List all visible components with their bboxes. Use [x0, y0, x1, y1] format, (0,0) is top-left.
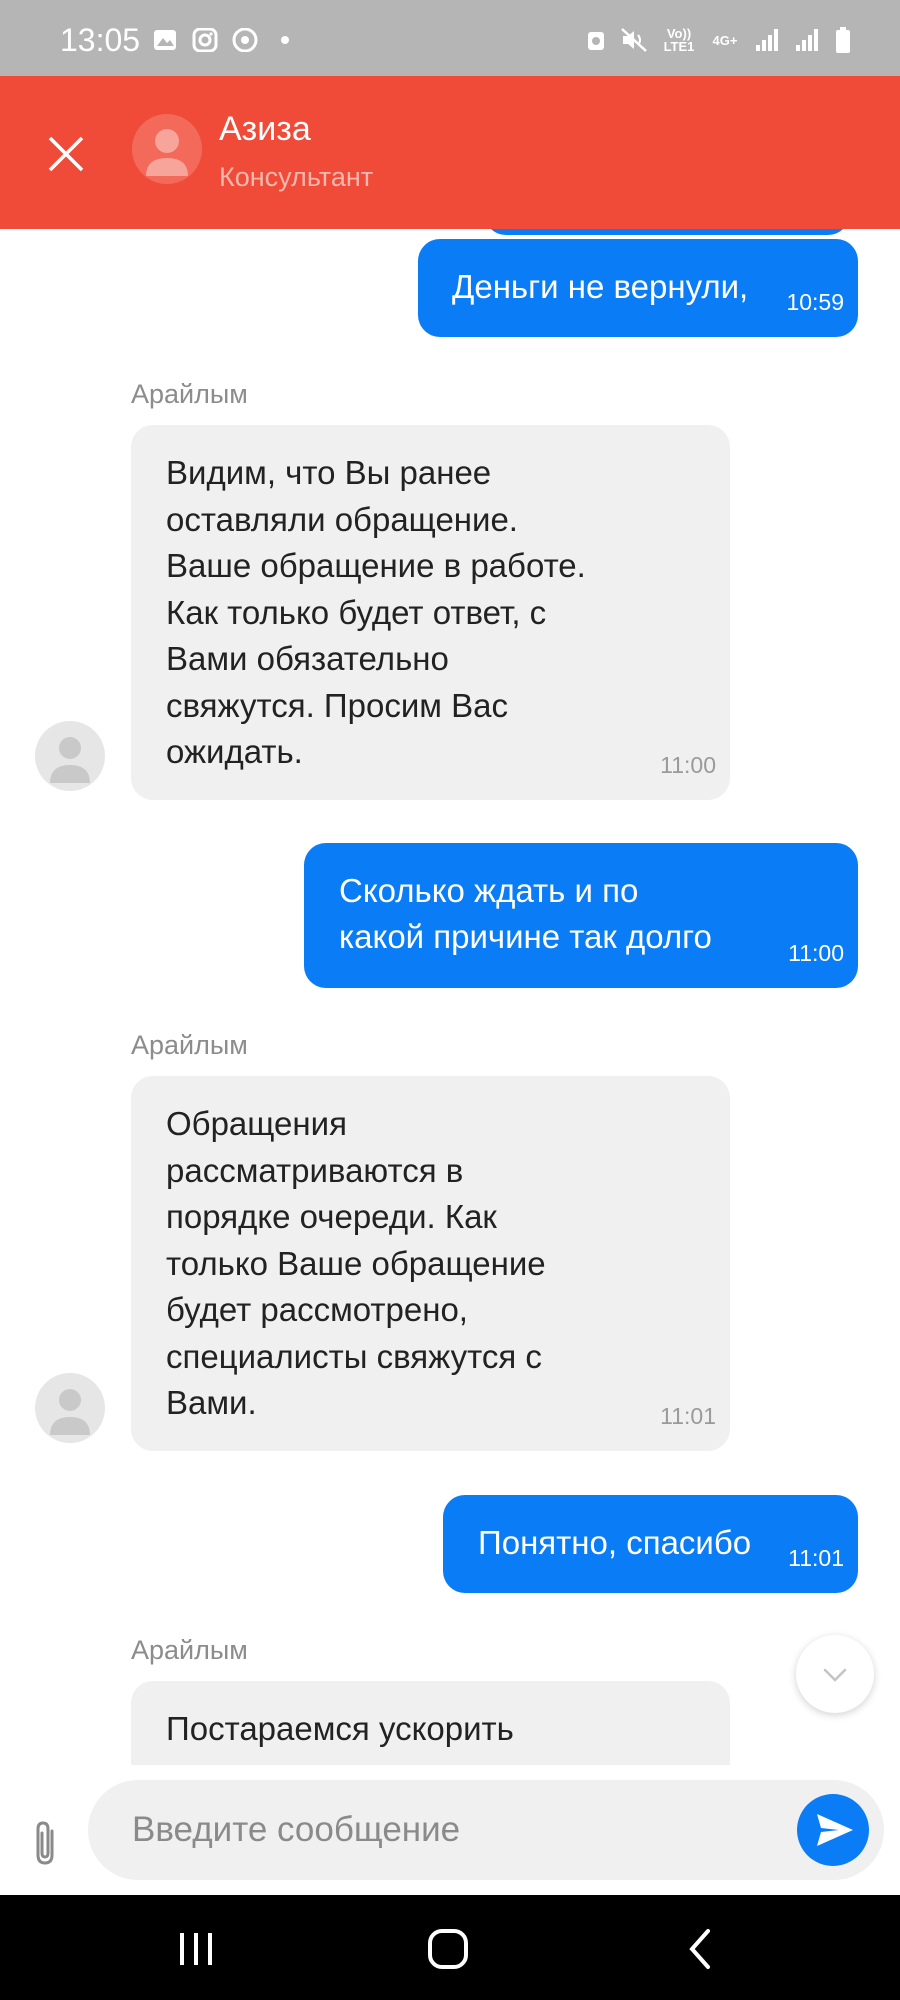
message-line: Вами обязательно: [166, 640, 449, 677]
sender-name: Арайлым: [131, 1635, 248, 1665]
message-line: порядке очереди. Как: [166, 1198, 497, 1235]
message-time: 10:59: [786, 289, 844, 315]
message-line: ожидать.: [166, 733, 303, 770]
back-icon[interactable]: [676, 1925, 724, 1973]
signal-icon: [756, 29, 778, 51]
scroll-down-button[interactable]: [796, 1635, 874, 1713]
message-bubble-partial: [484, 229, 850, 235]
message-time: 11:00: [788, 940, 844, 966]
instagram-icon: [192, 28, 218, 52]
volte-label: Vo)) LTE1: [663, 26, 695, 54]
battery-icon: [836, 27, 850, 53]
sender-name: Арайлым: [131, 1030, 248, 1060]
send-button[interactable]: [797, 1794, 869, 1866]
home-icon[interactable]: [424, 1925, 472, 1973]
chat-header: Азиза Консультант: [0, 76, 900, 229]
agent-avatar: [35, 1373, 105, 1443]
system-nav-bar: [0, 1895, 900, 2000]
message-text: Понятно, спасибо: [478, 1524, 752, 1561]
message-line: Обращения: [166, 1105, 347, 1142]
message-line: оставляли обращение.: [166, 500, 518, 538]
chrome-icon: [232, 28, 258, 52]
message-time: 11:01: [788, 1545, 844, 1571]
consultant-name: Азиза: [219, 110, 311, 148]
message-text: Постараемся ускорить: [166, 1706, 514, 1753]
message-line: специалисты свяжутся с: [166, 1337, 542, 1375]
person-icon: [50, 737, 90, 783]
close-icon[interactable]: [44, 132, 88, 176]
message-line: будет рассмотрено,: [166, 1291, 468, 1328]
message-line: Видим, что Вы ранее: [166, 454, 492, 491]
message-incoming: Видим, что Вы ранее оставляли обращение.…: [131, 425, 730, 800]
message-outgoing: Сколько ждать и по какой причине так дол…: [304, 843, 858, 988]
message-input[interactable]: [88, 1780, 884, 1880]
paperclip-icon[interactable]: [28, 1817, 64, 1869]
message-line: Сколько ждать и по: [339, 872, 639, 909]
message-time: 11:01: [660, 1402, 716, 1429]
recent-apps-icon[interactable]: [172, 1925, 220, 1973]
consultant-role: Консультант: [219, 162, 374, 192]
message-line: Как только будет ответ, с: [166, 593, 547, 631]
message-composer: [0, 1765, 900, 1895]
message-time: 11:00: [660, 751, 716, 778]
chevron-down-icon: [823, 1668, 847, 1682]
message-line: Ваше обращение в работе.: [166, 547, 586, 584]
status-time: 13:05: [60, 22, 141, 58]
message-outgoing: Понятно, спасибо 11:01: [443, 1495, 858, 1593]
person-icon: [50, 1389, 90, 1435]
message-text: Видим, что Вы ранее оставляли обращение.…: [166, 450, 586, 776]
dot-icon: [281, 36, 289, 44]
message-text: Сколько ждать и по какой причине так дол…: [339, 868, 712, 960]
message-line: какой причине так долго: [339, 918, 712, 955]
chat-messages[interactable]: Деньги не вернули, 10:59 Арайлым Видим, …: [0, 229, 900, 1765]
gallery-icon: [154, 30, 176, 50]
network-label: 4G+: [712, 32, 738, 48]
message-incoming: Постараемся ускорить: [131, 1681, 730, 1765]
alarm-icon: [588, 32, 604, 50]
message-line: Вами.: [166, 1384, 257, 1421]
message-incoming: Обращения рассматриваются в порядке очер…: [131, 1076, 730, 1451]
person-icon: [146, 129, 188, 176]
message-text: Деньги не вернули,: [452, 268, 749, 305]
sender-name: Арайлым: [131, 379, 248, 409]
status-bar: 13:05 Vo)) LTE1 4G+: [0, 0, 900, 76]
message-line: Постараемся ускорить: [166, 1710, 514, 1747]
send-icon: [817, 1814, 853, 1846]
message-outgoing: Деньги не вернули, 10:59: [418, 239, 858, 337]
signal-icon: [796, 29, 818, 51]
agent-avatar: [35, 721, 105, 791]
message-text: Обращения рассматриваются в порядке очер…: [166, 1101, 546, 1427]
consultant-avatar: [132, 114, 202, 184]
message-line: свяжутся. Просим Вас: [166, 686, 509, 724]
message-line: только Ваше обращение: [166, 1244, 546, 1282]
mute-icon: [621, 28, 647, 52]
message-line: рассматриваются в: [166, 1151, 464, 1189]
